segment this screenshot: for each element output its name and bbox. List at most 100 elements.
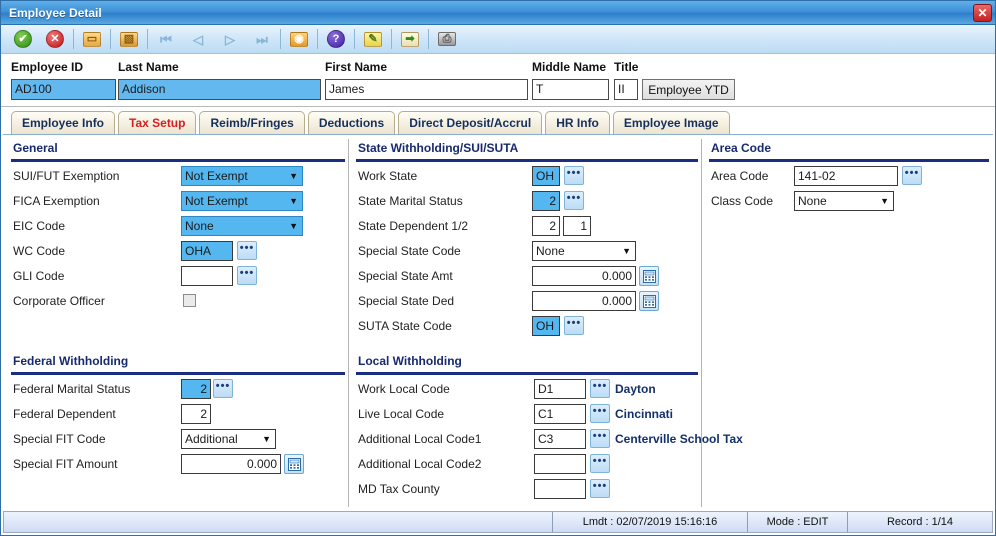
eic-code-label: EIC Code [13, 219, 66, 233]
next-record-icon-glyph: ▷ [225, 31, 235, 47]
tab-employee-image[interactable]: Employee Image [612, 111, 730, 134]
first-record-icon[interactable]: ⏮ [153, 27, 179, 51]
first-name-label: First Name [325, 60, 388, 74]
eic-code-value: None [185, 219, 214, 233]
chevron-down-icon: ▼ [622, 246, 631, 256]
work-state-lookup-button[interactable]: ••• [564, 166, 584, 185]
tab-tax-setup[interactable]: Tax Setup [118, 111, 197, 134]
help-icon[interactable]: ? [323, 27, 349, 51]
wc-code-lookup-button[interactable]: ••• [237, 241, 257, 260]
class-code-value: None [798, 194, 827, 208]
additional-local-code2-lookup-button[interactable]: ••• [590, 454, 610, 473]
title-input[interactable]: II [614, 79, 638, 100]
section-title-state-withholding: State Withholding/SUI/SUTA [358, 141, 519, 155]
tab-label: HR Info [556, 116, 599, 130]
open-folder-icon-glyph: ▭ [83, 31, 101, 47]
section-rule-general [11, 159, 345, 162]
work-local-code-lookup-button[interactable]: ••• [590, 379, 610, 398]
state-marital-status-lookup-button[interactable]: ••• [564, 191, 584, 210]
cancel-icon-glyph: ✕ [46, 30, 64, 48]
open-folder-icon[interactable]: ▭ [79, 27, 105, 51]
next-record-icon[interactable]: ▷ [217, 27, 243, 51]
special-state-amt-calculator-button[interactable] [639, 266, 659, 286]
eic-code-select[interactable]: None ▼ [181, 216, 303, 236]
fica-exemption-select[interactable]: Not Exempt ▼ [181, 191, 303, 211]
chevron-down-icon: ▼ [289, 196, 298, 206]
prev-record-icon[interactable]: ◁ [185, 27, 211, 51]
live-local-code-input[interactable]: C1 [534, 404, 586, 424]
prev-record-icon-glyph: ◁ [193, 31, 203, 47]
last-name-input[interactable]: Addison [118, 79, 321, 100]
tab-reimb-fringes[interactable]: Reimb/Fringes [199, 111, 305, 134]
area-code-lookup-button[interactable]: ••• [902, 166, 922, 185]
special-fit-code-value: Additional [185, 432, 238, 446]
toolbar-separator [317, 29, 318, 49]
toolbar-separator [354, 29, 355, 49]
special-state-ded-calculator-button[interactable] [639, 291, 659, 311]
edit-note-icon-glyph: ✎ [364, 31, 382, 47]
special-fit-code-select[interactable]: Additional ▼ [181, 429, 276, 449]
status-mode: Mode : EDIT [747, 512, 847, 532]
edit-note-icon[interactable]: ✎ [360, 27, 386, 51]
special-fit-amount-input[interactable]: 0.000 [181, 454, 281, 474]
special-state-amt-input[interactable]: 0.000 [532, 266, 636, 286]
federal-marital-status-input[interactable]: 2 [181, 379, 211, 399]
gli-code-lookup-button[interactable]: ••• [237, 266, 257, 285]
additional-local-code1-label: Additional Local Code1 [358, 432, 482, 446]
accept-icon[interactable]: ✔ [10, 27, 36, 51]
export-icon[interactable]: ➡ [397, 27, 423, 51]
class-code-label: Class Code [711, 194, 774, 208]
special-fit-amount-calculator-button[interactable] [284, 454, 304, 474]
special-state-ded-input[interactable]: 0.000 [532, 291, 636, 311]
md-tax-county-lookup-button[interactable]: ••• [590, 479, 610, 498]
corporate-officer-checkbox[interactable] [183, 294, 196, 307]
additional-local-code2-input[interactable] [534, 454, 586, 474]
last-record-icon-glyph: ⏭ [256, 31, 268, 47]
state-marital-status-input[interactable]: 2 [532, 191, 560, 211]
employee-id-input[interactable]: AD100 [11, 79, 116, 100]
sui-fut-exemption-select[interactable]: Not Exempt ▼ [181, 166, 303, 186]
federal-marital-status-lookup-button[interactable]: ••• [213, 379, 233, 398]
title-label: Title [614, 60, 639, 74]
calculator-icon [287, 457, 301, 471]
section-title-local-withholding: Local Withholding [358, 354, 462, 368]
tab-direct-deposit-accrul[interactable]: Direct Deposit/Accrul [398, 111, 543, 134]
state-dependent-1-input[interactable]: 2 [532, 216, 560, 236]
tab-deductions[interactable]: Deductions [307, 111, 396, 134]
special-state-code-select[interactable]: None ▼ [532, 241, 636, 261]
toolbar-separator [280, 29, 281, 49]
middle-name-input[interactable]: T [532, 79, 609, 100]
employee-ytd-button[interactable]: Employee YTD [642, 79, 735, 100]
last-record-icon[interactable]: ⏭ [249, 27, 275, 51]
special-state-code-label: Special State Code [358, 244, 461, 258]
wc-code-input[interactable]: OHA [181, 241, 233, 261]
fica-exemption-label: FICA Exemption [13, 194, 100, 208]
work-local-code-input[interactable]: D1 [534, 379, 586, 399]
print-icon[interactable]: ⎙ [434, 27, 460, 51]
first-name-input[interactable]: James [325, 79, 528, 100]
live-local-code-lookup-button[interactable]: ••• [590, 404, 610, 423]
additional-local-code1-lookup-button[interactable]: ••• [590, 429, 610, 448]
cancel-icon[interactable]: ✕ [42, 27, 68, 51]
md-tax-county-input[interactable] [534, 479, 586, 499]
area-code-input[interactable]: 141-02 [794, 166, 898, 186]
tab-label: Employee Info [22, 116, 105, 130]
state-dependent-2-input[interactable]: 1 [563, 216, 591, 236]
work-state-input[interactable]: OH [532, 166, 560, 186]
section-rule-state [356, 159, 698, 162]
suta-state-code-input[interactable]: OH [532, 316, 560, 336]
section-rule-local [356, 372, 698, 375]
tab-employee-info[interactable]: Employee Info [11, 111, 116, 134]
additional-local-code1-input[interactable]: C3 [534, 429, 586, 449]
tab-label: Direct Deposit/Accrul [409, 116, 532, 130]
suta-state-code-lookup-button[interactable]: ••• [564, 316, 584, 335]
copy-icon[interactable]: ▧ [116, 27, 142, 51]
federal-dependent-input[interactable]: 2 [181, 404, 211, 424]
camera-icon[interactable]: ◉ [286, 27, 312, 51]
close-icon[interactable]: ✕ [973, 4, 992, 22]
gli-code-input[interactable] [181, 266, 233, 286]
tab-hr-info[interactable]: HR Info [545, 111, 610, 134]
class-code-select[interactable]: None ▼ [794, 191, 894, 211]
sui-fut-exemption-label: SUI/FUT Exemption [13, 169, 120, 183]
area-code-label: Area Code [711, 169, 769, 183]
